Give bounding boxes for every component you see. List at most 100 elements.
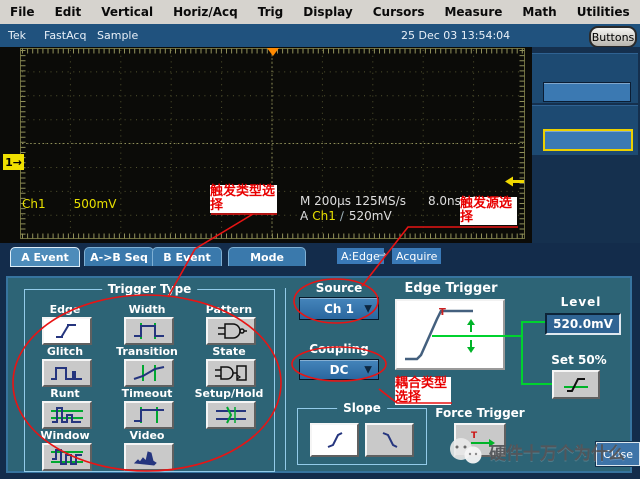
trigger-type-window-button[interactable]	[42, 443, 92, 471]
datetime-label: 25 Dec 03 13:54:04	[401, 29, 511, 42]
level-readout[interactable]: 520.0mV	[545, 313, 621, 335]
slope-title: Slope	[337, 401, 387, 415]
side-panel-top	[532, 53, 638, 103]
set50-label: Set 50%	[551, 353, 607, 367]
timeout-icon	[134, 407, 164, 423]
panel-divider	[285, 288, 286, 470]
level-label: Level	[560, 295, 602, 309]
trigger-source-readout: Ch1	[312, 209, 336, 223]
buttons-button[interactable]: Buttons	[589, 26, 637, 48]
annotation-trigger-source: 触发源选择	[460, 197, 517, 225]
runt-icon	[51, 407, 83, 423]
trigger-level-arrow-icon[interactable]	[505, 176, 525, 187]
oscilloscope-ui: File Edit Vertical Horiz/Acq Trig Displa…	[0, 0, 640, 479]
bracket-to-level	[523, 321, 546, 323]
edge-trigger-title: Edge Trigger	[404, 281, 498, 296]
set-50-button[interactable]	[552, 370, 600, 399]
setup-hold-icon	[216, 406, 246, 424]
timebase-readout: M 200µs 125MS/s	[300, 194, 406, 208]
menu-math[interactable]: Math	[512, 1, 566, 24]
menu-horiz-acq[interactable]: Horiz/Acq	[163, 1, 248, 24]
menu-file[interactable]: File	[0, 1, 45, 24]
acquisition-state: Sample	[97, 29, 139, 42]
coupling-value: DC	[329, 362, 349, 377]
trigger-type-runt-button[interactable]	[42, 401, 92, 429]
width-icon	[134, 323, 164, 339]
dropdown-arrow-icon: ▼	[364, 364, 372, 375]
trigger-type-label-state: State	[212, 345, 246, 358]
trigger-path-acquire-chip[interactable]: Acquire	[392, 248, 442, 264]
edge-icon	[56, 324, 76, 338]
source-dropdown[interactable]: Ch 1 ▼	[299, 297, 379, 320]
coupling-label: Coupling	[309, 342, 369, 356]
tab-mode[interactable]: Mode	[228, 247, 306, 266]
wechat-icon	[450, 438, 482, 464]
trigger-type-pattern-button[interactable]	[206, 317, 256, 345]
trigger-type-timeout-button[interactable]	[124, 401, 174, 429]
trigger-type-state-button[interactable]	[206, 359, 256, 387]
slope-falling-button[interactable]	[365, 423, 414, 457]
coupling-dropdown[interactable]: DC ▼	[299, 359, 379, 380]
trigger-type-transition-button[interactable]	[124, 359, 174, 387]
trigger-type-label-pattern: Pattern	[205, 303, 253, 316]
channel1-reference-marker[interactable]: 1→	[3, 154, 24, 170]
menu-bar: File Edit Vertical Horiz/Acq Trig Displa…	[0, 0, 640, 25]
side-button-column	[532, 47, 640, 243]
trigger-type-width-button[interactable]	[124, 317, 174, 345]
status-bar: Tek FastAcq Sample 25 Dec 03 13:54:04 Bu…	[0, 24, 640, 48]
rising-slope-icon	[327, 432, 342, 448]
dropdown-arrow-icon: ▼	[364, 303, 372, 314]
menu-vertical[interactable]: Vertical	[91, 1, 163, 24]
side-soft-button-1[interactable]	[543, 82, 631, 102]
video-icon	[133, 451, 157, 466]
menu-cursors[interactable]: Cursors	[363, 1, 435, 24]
source-label: Source	[315, 281, 363, 295]
tab-a-event[interactable]: A Event	[10, 247, 80, 267]
transition-icon	[133, 365, 165, 381]
annotation-coupling: 耦合类型选择	[395, 377, 451, 405]
trigger-type-video-button[interactable]	[124, 443, 174, 471]
trigger-type-edge-button[interactable]	[42, 317, 92, 345]
trigger-level-readout: 520mV	[348, 209, 392, 223]
menu-measure[interactable]: Measure	[434, 1, 512, 24]
menu-utilities[interactable]: Utilities	[567, 1, 640, 24]
trigger-type-label-edge: Edge	[49, 303, 81, 316]
side-panel-bottom	[532, 105, 638, 155]
state-icon	[215, 365, 247, 381]
set50-edge-icon	[564, 377, 588, 392]
watermark: 硬件十万个为什么	[446, 436, 625, 466]
slope-rising-button[interactable]	[310, 423, 359, 457]
trigger-type-label-timeout: Timeout	[121, 387, 173, 400]
source-value: Ch 1	[324, 301, 354, 316]
pattern-icon	[218, 323, 247, 339]
tab-a-b-seq[interactable]: A->B Seq	[84, 247, 154, 266]
channel1-label: Ch1	[22, 197, 46, 211]
trigger-type-label-width: Width	[128, 303, 166, 316]
channel1-scale: 500mV	[73, 197, 117, 211]
watermark-text: 硬件十万个为什么	[489, 443, 625, 464]
trigger-system-label: A	[300, 209, 309, 223]
svg-text:T: T	[439, 307, 446, 318]
trigger-type-setup-hold-button[interactable]	[206, 401, 256, 429]
horizontal-readout: M 200µs 125MS/s 8.0ns/pt	[300, 194, 477, 208]
tab-b-event[interactable]: B Event	[152, 247, 222, 266]
waveform-display: 1→ Ch1 500mV M 200µs 125MS/s 8.0ns/pt A Ch1…	[0, 47, 532, 243]
bracket-to-set50	[523, 383, 553, 385]
level-line	[432, 335, 522, 337]
menu-trig[interactable]: Trig	[248, 1, 294, 24]
channel1-readout: Ch1 500mV	[22, 197, 116, 211]
trigger-type-glitch-button[interactable]	[42, 359, 92, 387]
trigger-type-label-video: Video	[129, 429, 165, 442]
trigger-path-arrow-icon: →	[377, 248, 388, 262]
menu-display[interactable]: Display	[293, 1, 362, 24]
glitch-icon	[51, 367, 82, 380]
force-trigger-label: Force Trigger	[435, 406, 525, 420]
bracket-vertical	[521, 321, 523, 385]
trigger-position-marker-icon[interactable]	[267, 48, 279, 56]
menu-edit[interactable]: Edit	[45, 1, 92, 24]
trigger-type-label-window: Window	[40, 429, 90, 442]
side-soft-button-2[interactable]	[543, 129, 633, 151]
trigger-readout: A Ch1 ∕ 520mV	[300, 209, 392, 223]
window-icon	[51, 449, 83, 465]
trigger-type-title: Trigger Type	[101, 282, 198, 296]
